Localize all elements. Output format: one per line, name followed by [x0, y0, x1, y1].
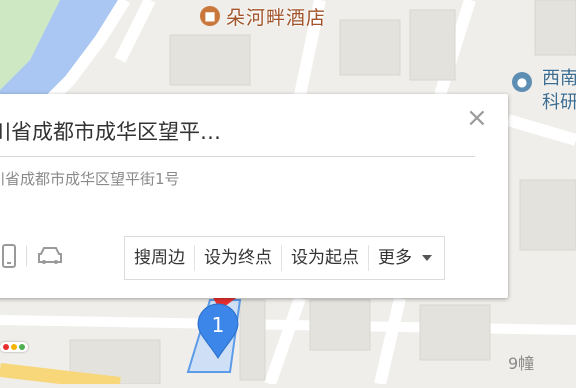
set-destination-button[interactable]: 设为终点: [195, 245, 282, 271]
poi-title: 川省成都市成华区望平…: [0, 120, 221, 144]
more-button[interactable]: 更多: [369, 245, 444, 271]
search-nearby-button[interactable]: 搜周边: [125, 245, 195, 271]
map-markers[interactable]: 1: [190, 288, 250, 368]
more-label: 更多: [378, 248, 412, 268]
poi-hotel-label: 朵河畔酒店: [226, 6, 327, 29]
set-origin-button[interactable]: 设为起点: [282, 245, 369, 271]
poi-info-card: × 川省成都市成华区望平… 川省成都市成华区望平街1号 搜周边 设为终点 设为起…: [0, 94, 508, 298]
traffic-light-icon[interactable]: [0, 342, 28, 352]
poi-hotel[interactable]: ■ 朵河畔酒店: [200, 0, 326, 32]
building-label: 9幢: [508, 354, 535, 373]
marker-number: 1: [212, 313, 225, 337]
card-divider: [0, 156, 475, 157]
icon-separator: [26, 246, 27, 266]
contact-icons: [2, 244, 63, 268]
action-bar: 搜周边 设为终点 设为起点 更多: [124, 236, 445, 280]
chevron-down-icon: [422, 255, 432, 261]
poi-sw-label-line2: 科研: [542, 92, 576, 113]
hotel-icon: ■: [200, 6, 220, 26]
phone-icon[interactable]: [2, 244, 16, 268]
poi-sw-label-line1: 西南: [542, 68, 576, 89]
school-icon: ●: [512, 72, 532, 92]
car-icon[interactable]: [37, 246, 63, 266]
poi-address: 川省成都市成华区望平街1号: [0, 170, 180, 188]
